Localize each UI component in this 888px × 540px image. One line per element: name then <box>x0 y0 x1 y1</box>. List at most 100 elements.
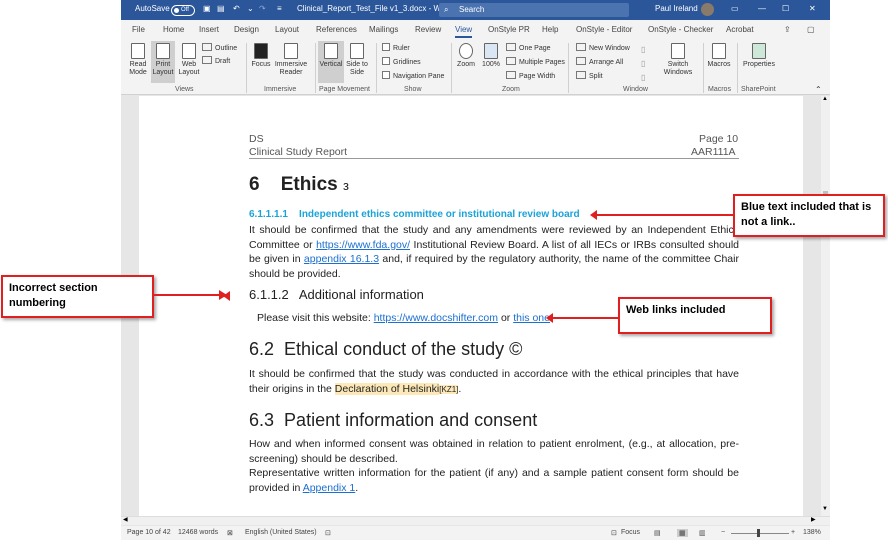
scroll-down-icon[interactable]: ▼ <box>822 506 828 512</box>
autosave-toggle[interactable]: Off <box>171 5 195 16</box>
zoom-slider-thumb[interactable] <box>757 529 760 537</box>
read-mode-status-icon[interactable]: ▤ <box>654 529 661 537</box>
ribbon-tabs: File Home Insert Design Layout Reference… <box>121 20 830 39</box>
highlighted-text: Declaration of Helsinki <box>334 382 440 395</box>
tab-references[interactable]: References <box>316 25 357 34</box>
print-layout-button[interactable]: Print Layout <box>151 41 175 83</box>
scroll-right-icon[interactable]: ▶ <box>811 516 816 523</box>
chevron-down-icon[interactable]: ⌄ <box>247 4 254 13</box>
zoom-level[interactable]: 138% <box>803 529 821 536</box>
side-to-side-label: Side to Side <box>346 61 368 76</box>
heading-number: 6 <box>249 174 260 195</box>
macros-button[interactable]: Macros <box>707 43 731 69</box>
switch-windows-button[interactable]: Switch Windows <box>661 43 695 77</box>
close-icon[interactable]: ✕ <box>809 4 816 13</box>
tab-onstyle-editor[interactable]: OnStyle - Editor <box>576 25 632 34</box>
horizontal-scrollbar[interactable]: ◀ ▶ <box>121 516 830 525</box>
comment-marker[interactable]: [KZ1] <box>439 384 459 394</box>
window-compare-icons: ▯ ▯ ▯ <box>641 45 646 82</box>
properties-button[interactable]: Properties <box>741 43 777 69</box>
vertical-scrollbar[interactable]: ▲ ▼ <box>821 96 830 516</box>
focus-mode-icon[interactable]: ⊡ <box>611 529 617 537</box>
customize-icon[interactable]: ≡ <box>277 4 282 13</box>
window-icon[interactable]: ▤ <box>217 4 225 13</box>
fda-link[interactable]: https://www.fda.gov/ <box>316 239 410 251</box>
print-layout-status-icon[interactable]: ▦ <box>677 529 688 537</box>
word-count[interactable]: 12468 words <box>178 529 218 536</box>
zoom-button[interactable]: Zoom <box>456 43 476 69</box>
arrange-all-button[interactable]: Arrange All <box>576 57 623 66</box>
focus-mode-label[interactable]: Focus <box>621 529 640 536</box>
vertical-button[interactable]: Vertical <box>318 41 344 83</box>
ribbon-display-icon[interactable]: ▭ <box>731 4 739 13</box>
language[interactable]: English (United States) <box>245 529 317 536</box>
side-to-side-button[interactable]: Side to Side <box>346 43 368 77</box>
user-name[interactable]: Paul Ireland <box>655 4 698 13</box>
macros-icon <box>712 43 726 59</box>
web-layout-status-icon[interactable]: ▥ <box>699 529 706 537</box>
minimize-icon[interactable]: — <box>758 4 766 13</box>
ruler-checkbox[interactable]: Ruler <box>382 43 410 52</box>
tab-help[interactable]: Help <box>542 25 558 34</box>
tab-onstyle-checker[interactable]: OnStyle - Checker <box>648 25 713 34</box>
save-icon[interactable]: ▣ <box>203 4 211 13</box>
immersive-reader-button[interactable]: Immersive Reader <box>273 43 309 77</box>
group-sharepoint: SharePoint <box>741 86 776 93</box>
tab-view[interactable]: View <box>455 25 473 38</box>
zoom-out-icon[interactable]: − <box>721 529 725 536</box>
tab-onstyle-pr[interactable]: OnStyle PR <box>488 25 530 34</box>
print-layout-icon <box>156 43 170 59</box>
accessibility-icon[interactable]: ⊡ <box>325 529 331 537</box>
comments-icon[interactable]: ▢ <box>807 25 815 34</box>
focus-button[interactable]: Focus <box>251 43 271 69</box>
tab-mailings[interactable]: Mailings <box>369 25 398 34</box>
undo-icon[interactable]: ↶ <box>233 4 240 13</box>
web-layout-button[interactable]: Web Layout <box>178 43 200 77</box>
tab-design[interactable]: Design <box>234 25 259 34</box>
group-show: Show <box>404 86 422 93</box>
heading-glyph: з <box>343 178 349 193</box>
tab-file[interactable]: File <box>132 25 145 34</box>
zoom-100-button[interactable]: 100% <box>481 43 501 69</box>
focus-label: Focus <box>251 61 271 68</box>
web-layout-icon <box>182 43 196 59</box>
tab-review[interactable]: Review <box>415 25 441 34</box>
zoom-slider[interactable] <box>731 533 789 534</box>
docshifter-link[interactable]: https://www.docshifter.com <box>374 312 498 324</box>
text-run: or <box>498 312 514 324</box>
zoom-in-icon[interactable]: + <box>791 529 795 536</box>
one-page-button[interactable]: One Page <box>506 43 551 52</box>
page-width-button[interactable]: Page Width <box>506 71 555 80</box>
multiple-pages-button[interactable]: Multiple Pages <box>506 57 565 66</box>
avatar[interactable] <box>701 3 714 16</box>
appendix-link[interactable]: appendix 16.1.3 <box>304 253 379 265</box>
search-box[interactable]: ⌕ Search <box>439 3 629 17</box>
tab-layout[interactable]: Layout <box>275 25 299 34</box>
print-layout-label: Print Layout <box>152 61 174 76</box>
scroll-up-icon[interactable]: ▲ <box>822 96 828 102</box>
group-immersive: Immersive <box>264 86 297 93</box>
side-to-side-icon <box>350 43 364 59</box>
navigation-pane-checkbox[interactable]: Navigation Pane <box>382 71 444 80</box>
maximize-icon[interactable]: ☐ <box>782 4 789 13</box>
collapse-ribbon-icon[interactable]: ⌃ <box>815 85 822 94</box>
share-icon[interactable]: ⇪ <box>784 25 791 34</box>
scroll-left-icon[interactable]: ◀ <box>123 516 128 523</box>
paragraph-representative: Representative written information for t… <box>249 466 739 495</box>
outline-button[interactable]: Outline <box>202 43 237 52</box>
appendix-1-link[interactable]: Appendix 1 <box>303 482 356 494</box>
callout-web-links: Web links included <box>618 297 772 334</box>
tab-home[interactable]: Home <box>163 25 184 34</box>
tab-acrobat[interactable]: Acrobat <box>726 25 754 34</box>
split-button[interactable]: Split <box>576 71 603 80</box>
gridlines-checkbox[interactable]: Gridlines <box>382 57 421 66</box>
this-one-link[interactable]: this one <box>513 312 550 324</box>
subheading-title: Additional information <box>298 287 424 302</box>
tab-insert[interactable]: Insert <box>199 25 219 34</box>
page-count[interactable]: Page 10 of 42 <box>127 529 171 536</box>
new-window-button[interactable]: New Window <box>576 43 630 52</box>
draft-button[interactable]: Draft <box>202 56 230 65</box>
read-mode-button[interactable]: Read Mode <box>128 43 148 77</box>
read-mode-label: Read Mode <box>129 61 147 76</box>
proofing-icon[interactable]: ⊠ <box>227 529 233 537</box>
